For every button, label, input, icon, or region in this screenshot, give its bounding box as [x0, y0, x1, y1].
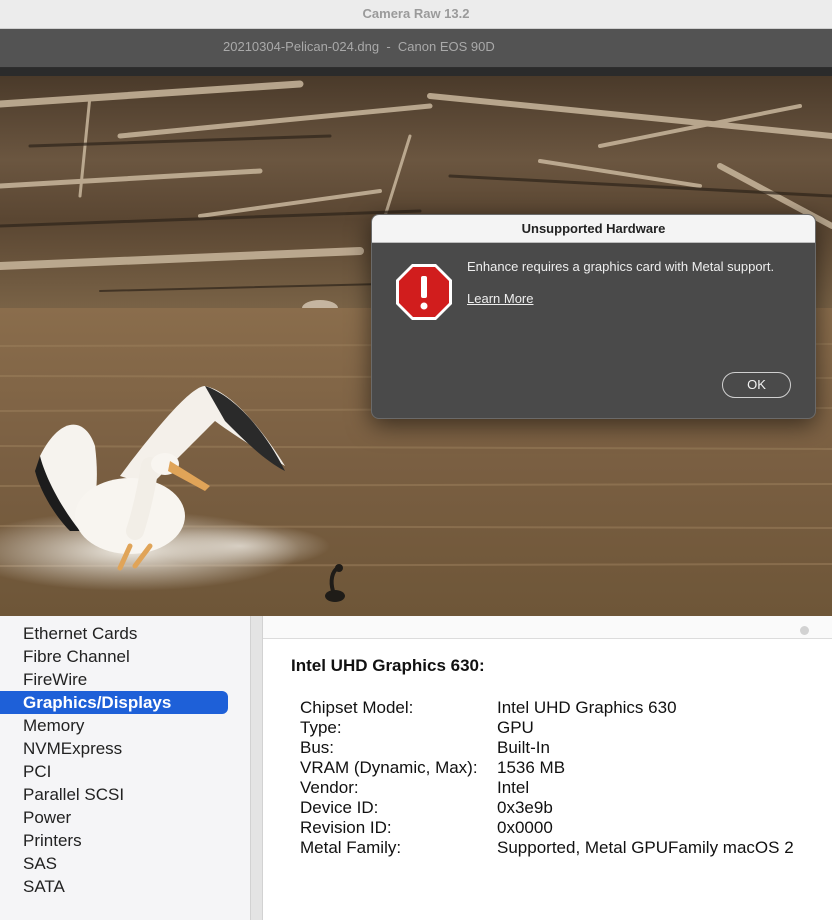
detail-header-strip	[263, 616, 832, 639]
sidebar-item-label: Memory	[23, 716, 85, 735]
system-information-window: Ethernet Cards Fibre Channel FireWire Gr…	[0, 616, 832, 920]
sidebar-item-label: SATA	[23, 877, 65, 896]
sidebar-item-label: PCI	[23, 762, 52, 781]
property-value: Intel	[497, 778, 530, 797]
sidebar-item-parallel-scsi[interactable]: Parallel SCSI	[0, 783, 250, 806]
sidebar-item-label: FireWire	[23, 670, 88, 689]
ok-button[interactable]: OK	[722, 372, 791, 398]
sidebar[interactable]: Ethernet Cards Fibre Channel FireWire Gr…	[0, 616, 250, 920]
property-key: Bus:	[300, 738, 335, 757]
unsupported-hardware-dialog: Unsupported Hardware Enhance requires a …	[371, 214, 816, 419]
sidebar-item-printers[interactable]: Printers	[0, 829, 250, 852]
property-key: Chipset Model:	[300, 698, 414, 717]
sidebar-item-label: Fibre Channel	[23, 647, 130, 666]
property-key: Revision ID:	[300, 818, 392, 837]
window-titlebar[interactable]: Camera Raw 13.2	[0, 0, 832, 29]
dialog-message: Enhance requires a graphics card with Me…	[467, 259, 775, 274]
property-key: Device ID:	[300, 798, 379, 817]
sidebar-item-sata[interactable]: SATA	[0, 875, 250, 898]
sidebar-item-memory[interactable]: Memory	[0, 714, 250, 737]
sidebar-item-label: Printers	[23, 831, 82, 850]
sidebar-item-firewire[interactable]: FireWire	[0, 668, 250, 691]
property-key: VRAM (Dynamic, Max):	[300, 758, 478, 777]
property-key: Metal Family:	[300, 838, 402, 857]
sidebar-item-pci[interactable]: PCI	[0, 760, 250, 783]
property-value: GPU	[497, 718, 534, 737]
sidebar-item-ethernet-cards[interactable]: Ethernet Cards	[0, 622, 250, 645]
dialog-title: Unsupported Hardware	[372, 215, 815, 243]
photo-frame-top	[0, 68, 832, 76]
sidebar-item-label: SAS	[23, 854, 58, 873]
app-title: Camera Raw 13.2	[362, 6, 470, 21]
property-value: Built-In	[497, 738, 550, 757]
sidebar-item-graphics-displays[interactable]: Graphics/Displays	[0, 691, 228, 714]
resize-knob[interactable]	[800, 626, 809, 635]
property-value: 0x0000	[497, 818, 553, 837]
property-key: Type:	[300, 718, 342, 737]
sidebar-item-fibre-channel[interactable]: Fibre Channel	[0, 645, 250, 668]
sidebar-item-label: Power	[23, 808, 72, 827]
sidebar-item-nvmexpress[interactable]: NVMExpress	[0, 737, 250, 760]
file-info: 20210304-Pelican-024.dng - Canon EOS 90D	[223, 39, 495, 54]
property-value: Intel UHD Graphics 630	[497, 698, 677, 717]
property-value: 0x3e9b	[497, 798, 553, 817]
property-key: Vendor:	[300, 778, 359, 797]
sidebar-item-label: Graphics/Displays	[23, 693, 172, 712]
learn-more-link[interactable]: Learn More	[467, 291, 533, 306]
sidebar-item-power[interactable]: Power	[0, 806, 250, 829]
sidebar-item-sas[interactable]: SAS	[0, 852, 250, 875]
detail-title: Intel UHD Graphics 630:	[291, 656, 485, 675]
sidebar-item-label: Parallel SCSI	[23, 785, 125, 804]
split-view-divider[interactable]	[250, 616, 263, 920]
sidebar-item-label: Ethernet Cards	[23, 624, 138, 643]
sidebar-item-label: NVMExpress	[23, 739, 123, 758]
property-value: 1536 MB	[497, 758, 566, 777]
alert-stop-icon	[396, 264, 452, 320]
property-value: Supported, Metal GPUFamily macOS 2	[497, 838, 794, 857]
file-info-bar: 20210304-Pelican-024.dng - Canon EOS 90D	[0, 29, 832, 68]
